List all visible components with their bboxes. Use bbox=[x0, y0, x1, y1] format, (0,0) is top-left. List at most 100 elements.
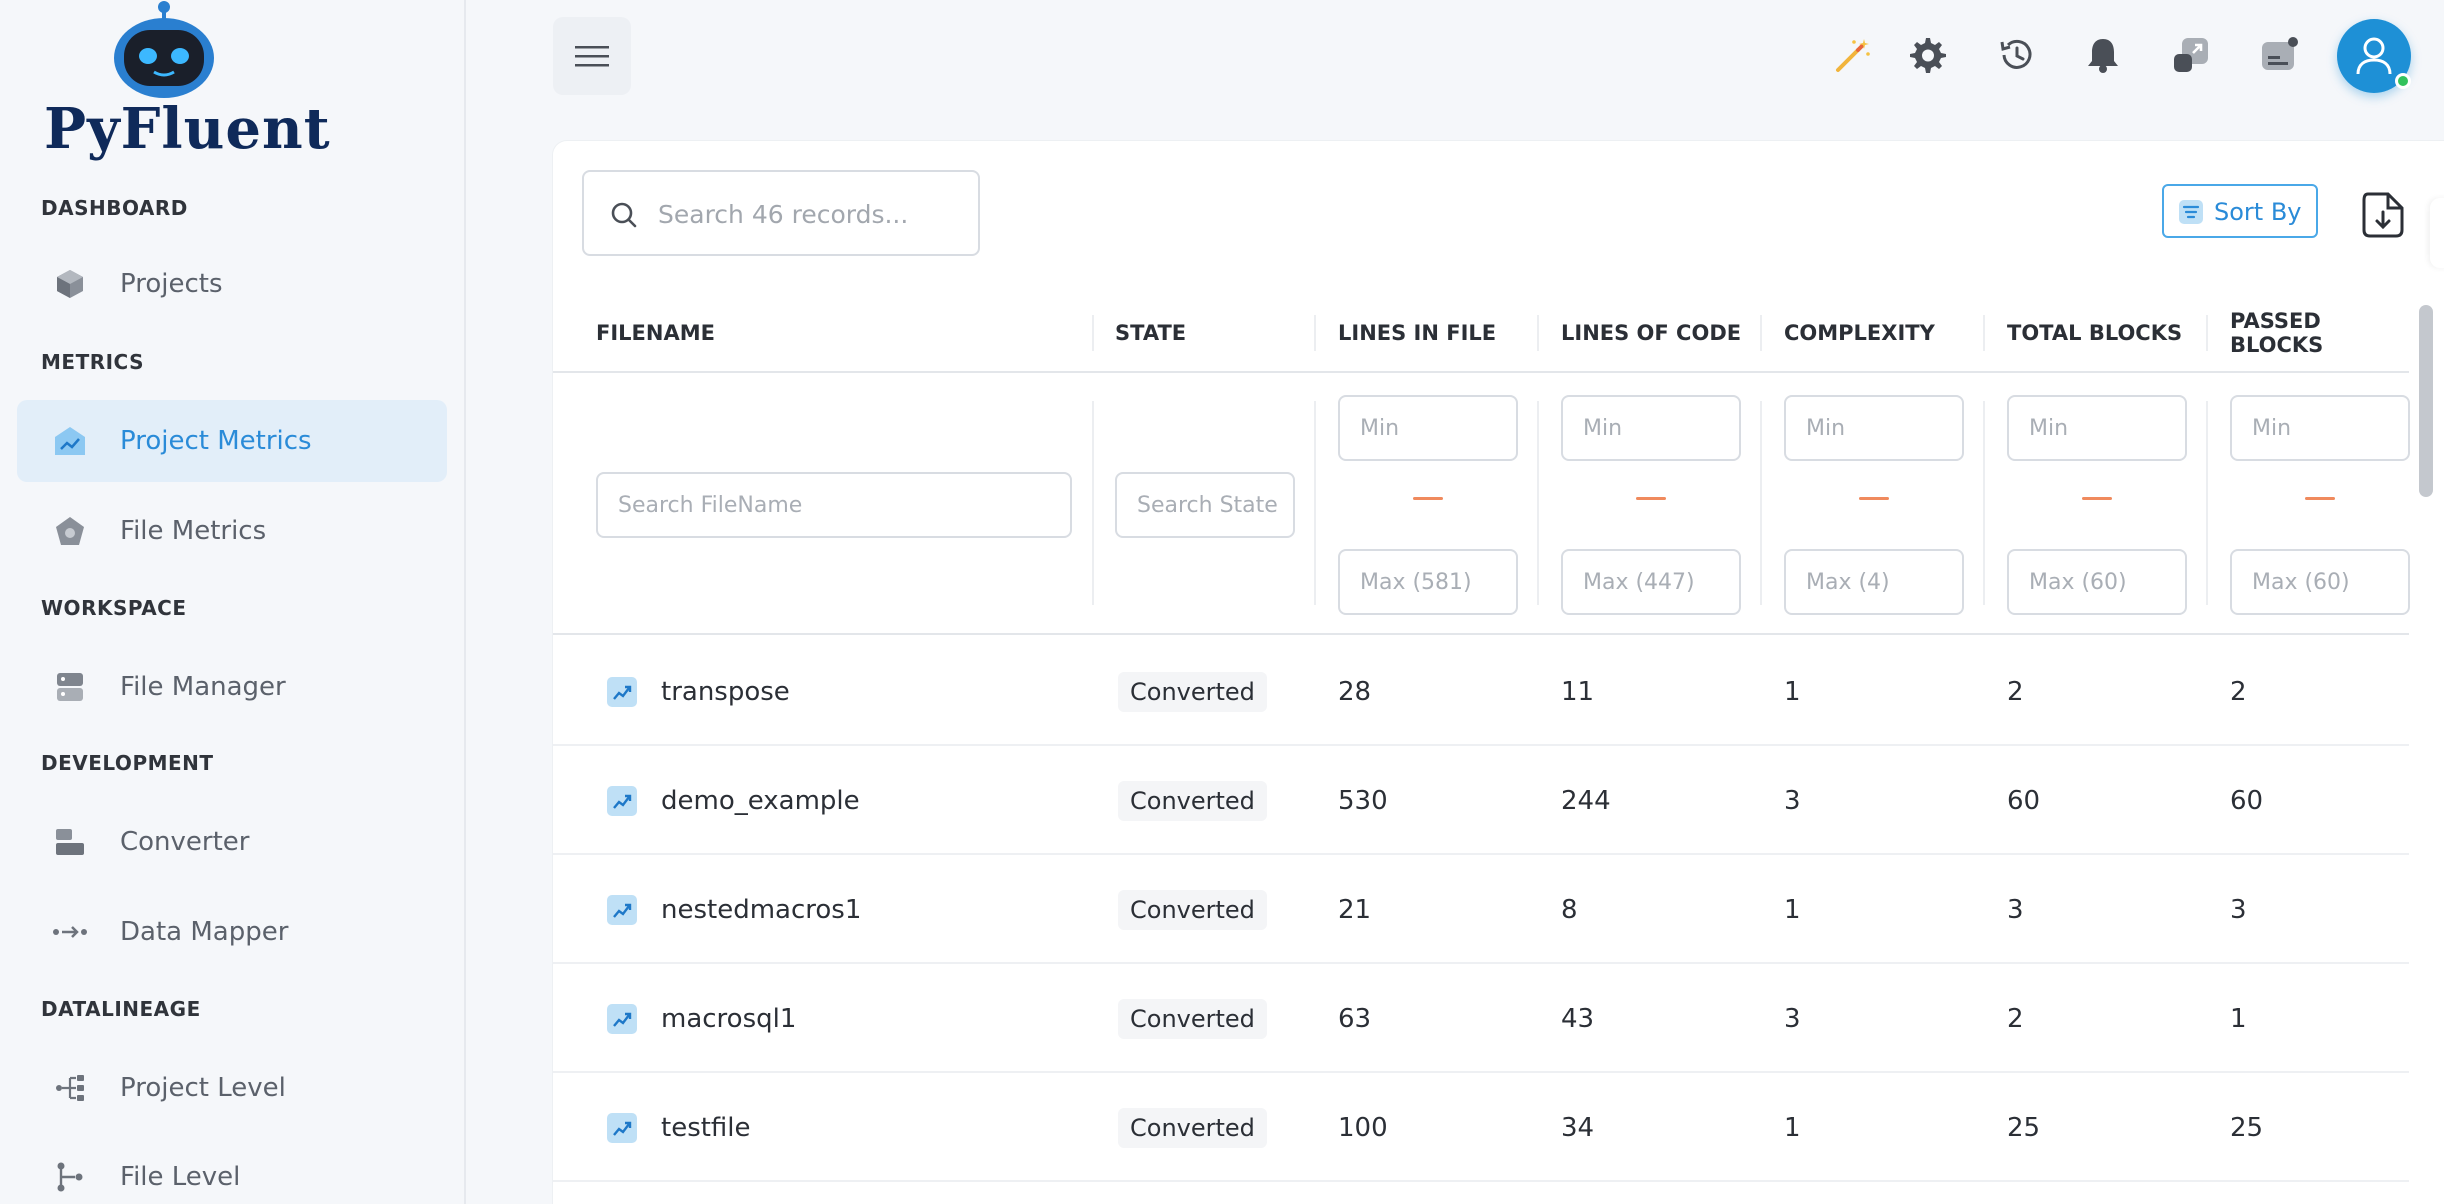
sidebar-item-data-mapper[interactable]: Data Mapper bbox=[17, 891, 447, 973]
total-blocks-max-input[interactable] bbox=[2007, 549, 2187, 615]
lines-of-code-max-input[interactable] bbox=[1561, 549, 1741, 615]
lines-of-code-min-input[interactable] bbox=[1561, 395, 1741, 461]
sidebar-item-file-metrics[interactable]: File Metrics bbox=[17, 490, 447, 572]
status-badge: Converted bbox=[1118, 1108, 1267, 1148]
pentagon-icon bbox=[53, 514, 87, 548]
status-badge: Converted bbox=[1118, 890, 1267, 930]
online-status-dot bbox=[2395, 73, 2411, 89]
cell-complexity: 3 bbox=[1784, 1003, 1801, 1034]
section-title-development: DEVELOPMENT bbox=[41, 751, 214, 775]
complexity-min-input[interactable] bbox=[1784, 395, 1964, 461]
user-avatar-icon bbox=[2356, 37, 2392, 75]
column-divider bbox=[1537, 401, 1539, 605]
column-header-state[interactable]: STATE bbox=[1115, 293, 1186, 373]
column-divider bbox=[1314, 401, 1316, 605]
cell-lines-in-file: 63 bbox=[1338, 1003, 1372, 1034]
chart-file-icon bbox=[607, 786, 637, 816]
section-title-dashboard: DASHBOARD bbox=[41, 196, 188, 220]
hamburger-menu-button[interactable] bbox=[553, 17, 631, 95]
notifications-button[interactable] bbox=[2082, 34, 2124, 76]
gear-icon bbox=[1910, 38, 1946, 73]
side-panel-handle[interactable] bbox=[2430, 198, 2444, 268]
column-divider bbox=[1983, 401, 1985, 605]
passed-blocks-max-input[interactable] bbox=[2230, 549, 2410, 615]
cell-passed-blocks: 2 bbox=[2230, 676, 2247, 707]
passed-blocks-min-input[interactable] bbox=[2230, 395, 2410, 461]
sidebar-item-label: File Manager bbox=[120, 672, 286, 702]
sidebar-item-projects[interactable]: Projects bbox=[17, 243, 447, 325]
cell-lines-of-code: 11 bbox=[1561, 676, 1595, 707]
column-header-complexity[interactable]: COMPLEXITY bbox=[1784, 293, 1935, 373]
sidebar-item-label: File Metrics bbox=[120, 516, 267, 546]
search-input[interactable] bbox=[658, 192, 958, 236]
tree-icon bbox=[53, 1071, 87, 1105]
history-button[interactable] bbox=[1995, 34, 2037, 76]
cell-total-blocks: 60 bbox=[2007, 785, 2041, 816]
column-header-total-blocks[interactable]: TOTAL BLOCKS bbox=[2007, 293, 2182, 373]
fullscreen-button[interactable] bbox=[2170, 34, 2212, 76]
table-row[interactable]: macrosql1 Converted 63 43 3 2 1 bbox=[553, 964, 2409, 1073]
metrics-card: Sort By FILENAME STATE LINES IN FILE LIN… bbox=[553, 141, 2444, 1204]
pyfluent-logo[interactable]: PyFluent bbox=[44, 0, 330, 170]
cell-lines-of-code: 244 bbox=[1561, 785, 1611, 816]
sidebar-item-file-level[interactable]: File Level bbox=[17, 1136, 447, 1204]
section-title-metrics: METRICS bbox=[41, 350, 145, 374]
filter-list-icon bbox=[2179, 200, 2203, 224]
state-filter-input[interactable] bbox=[1115, 472, 1295, 538]
status-badge: Converted bbox=[1118, 999, 1267, 1039]
cube-icon bbox=[53, 267, 87, 301]
table-row[interactable]: transpose Converted 28 11 1 2 2 bbox=[553, 637, 2409, 746]
settings-button[interactable] bbox=[1906, 34, 1948, 76]
expand-icon bbox=[2174, 38, 2208, 72]
total-blocks-min-input[interactable] bbox=[2007, 395, 2187, 461]
lines-in-file-min-input[interactable] bbox=[1338, 395, 1518, 461]
chart-file-icon bbox=[607, 1004, 637, 1034]
lines-in-file-max-input[interactable] bbox=[1338, 549, 1518, 615]
table-scrollbar-thumb[interactable] bbox=[2419, 305, 2433, 497]
range-dash bbox=[1413, 497, 1443, 500]
sidebar-item-project-level[interactable]: Project Level bbox=[17, 1047, 447, 1129]
filename-filter-input[interactable] bbox=[596, 472, 1072, 538]
sidebar-item-file-manager[interactable]: File Manager bbox=[17, 646, 447, 728]
cell-lines-in-file: 100 bbox=[1338, 1112, 1388, 1143]
history-icon bbox=[2000, 39, 2032, 69]
sort-by-label: Sort By bbox=[2214, 198, 2302, 226]
magic-wand-button[interactable] bbox=[1832, 34, 1874, 76]
sidebar-item-label: Projects bbox=[120, 269, 223, 299]
cell-passed-blocks: 1 bbox=[2230, 1003, 2247, 1034]
column-divider bbox=[1537, 315, 1539, 351]
column-divider bbox=[2206, 315, 2208, 351]
range-dash bbox=[2082, 497, 2112, 500]
cell-complexity: 3 bbox=[1784, 785, 1801, 816]
cell-passed-blocks: 25 bbox=[2230, 1112, 2264, 1143]
column-divider bbox=[1092, 401, 1094, 605]
cell-lines-in-file: 21 bbox=[1338, 894, 1372, 925]
table-row[interactable]: demo_example Converted 530 244 3 60 60 bbox=[553, 746, 2409, 855]
magic-wand-icon bbox=[1836, 39, 1870, 72]
export-button[interactable] bbox=[2355, 187, 2411, 243]
hamburger-icon bbox=[575, 46, 609, 67]
column-header-passed-blocks[interactable]: PASSED BLOCKS bbox=[2230, 293, 2409, 373]
cell-lines-in-file: 28 bbox=[1338, 676, 1372, 707]
sort-by-button[interactable]: Sort By bbox=[2162, 184, 2318, 238]
table-row[interactable]: testfile Converted 100 34 1 25 25 bbox=[553, 1073, 2409, 1182]
column-header-lines-of-code[interactable]: LINES OF CODE bbox=[1561, 293, 1741, 373]
records-search[interactable] bbox=[582, 170, 980, 256]
column-header-filename[interactable]: FILENAME bbox=[596, 293, 715, 373]
complexity-max-input[interactable] bbox=[1784, 549, 1964, 615]
robot-logo-icon bbox=[114, 1, 214, 98]
cell-passed-blocks: 60 bbox=[2230, 785, 2264, 816]
chart-house-icon bbox=[53, 424, 87, 458]
column-divider bbox=[1760, 315, 1762, 351]
messages-button[interactable] bbox=[2259, 34, 2301, 76]
sidebar-item-converter[interactable]: Converter bbox=[17, 801, 447, 883]
column-header-row: FILENAME STATE LINES IN FILE LINES OF CO… bbox=[553, 293, 2409, 373]
status-badge: Converted bbox=[1118, 781, 1267, 821]
bell-icon bbox=[2088, 39, 2118, 73]
sidebar-item-project-metrics[interactable]: Project Metrics bbox=[17, 400, 447, 482]
sidebar: PyFluent DASHBOARD Projects METRICS Proj… bbox=[0, 0, 466, 1204]
user-avatar-button[interactable] bbox=[2337, 19, 2411, 93]
column-header-lines-in-file[interactable]: LINES IN FILE bbox=[1338, 293, 1496, 373]
message-icon bbox=[2262, 37, 2298, 70]
table-row[interactable]: nestedmacros1 Converted 21 8 1 3 3 bbox=[553, 855, 2409, 964]
